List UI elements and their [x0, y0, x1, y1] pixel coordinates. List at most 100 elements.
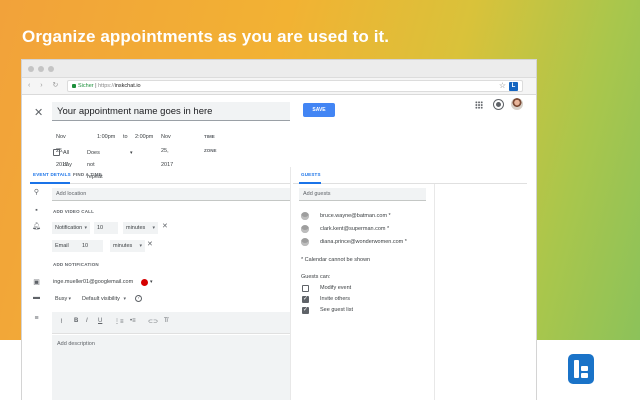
chevron-down-icon: ▾ [68, 296, 71, 302]
start-time[interactable]: 1:00pm [97, 130, 115, 144]
chevron-down-icon[interactable]: ▾ [130, 147, 133, 159]
apps-grid-icon[interactable] [475, 101, 483, 109]
secure-label: Sicher [78, 83, 94, 89]
detail-tabs: EVENT DETAILS FIND A TIME [30, 167, 290, 184]
notification-unit-select[interactable]: minutes ▾ [123, 222, 158, 234]
email-unit-value: minutes [113, 243, 133, 249]
guests-tabs: GUESTS [293, 167, 527, 184]
calendar-icon: ▣ [33, 279, 40, 286]
browser-window: ‹ › ↻ Sicher | https://inskchat.io ☆ L ✕… [22, 60, 536, 400]
bell-icon: 🔔︎ [32, 223, 41, 230]
add-notification-link[interactable]: ADD NOTIFICATION [53, 262, 99, 267]
guest-avatar [301, 225, 309, 233]
chevron-down-icon: ▾ [123, 296, 126, 302]
panel-divider [290, 167, 291, 400]
bulleted-list-icon[interactable]: •≡ [130, 318, 136, 324]
add-guests-input[interactable]: Add guests [299, 188, 426, 201]
account-circle-icon[interactable] [494, 100, 503, 109]
maximize-window-dot[interactable] [48, 66, 54, 72]
avatar[interactable] [511, 98, 523, 110]
link-icon[interactable]: ⊂⊃ [148, 318, 158, 325]
chevron-down-icon[interactable]: ▾ [150, 276, 153, 288]
browser-toolbar: ‹ › ↻ Sicher | https://inskchat.io ☆ L [22, 78, 536, 95]
guest-row[interactable]: clark.kent@superman.com * [301, 224, 431, 235]
brand-logo [568, 354, 594, 384]
italic-button[interactable]: I [86, 318, 88, 324]
event-title-input[interactable]: Your appointment name goes in here [52, 102, 290, 121]
remove-email-notification-icon[interactable]: ✕ [147, 240, 153, 248]
see-guest-list-label: See guest list [320, 307, 354, 313]
see-guest-list-checkbox[interactable] [302, 306, 309, 314]
to-label: to [123, 134, 128, 140]
chevron-down-icon: ▾ [152, 225, 155, 231]
guest-avatar [301, 212, 309, 220]
paperclip-icon[interactable]: ⌇ [60, 318, 63, 325]
numbered-list-icon[interactable]: ⋮≡ [114, 318, 124, 325]
nav-arrows-icon[interactable]: ‹ › ↻ [28, 81, 62, 89]
browser-titlebar [22, 60, 536, 78]
guest-row[interactable]: diana.prince@wonderwomen.com * [301, 237, 431, 248]
event-editor: ✕ Your appointment name goes in here SAV… [22, 95, 536, 400]
notification-amount-input[interactable]: 10 [94, 222, 118, 234]
address-bar[interactable]: Sicher | https://inskchat.io ☆ L [67, 80, 523, 92]
guest-email: bruce.wayne@batman.com * [320, 213, 391, 219]
visibility-value: Default visibility [82, 296, 120, 302]
busy-value: Busy [55, 296, 68, 302]
invite-others-checkbox[interactable] [302, 295, 309, 303]
bold-button[interactable]: B [74, 318, 78, 324]
lock-icon [72, 83, 76, 88]
email-unit-select[interactable]: minutes ▾ [110, 240, 145, 252]
tab-find-a-time[interactable]: FIND A TIME [73, 172, 102, 177]
notification-type-value: Notification [55, 225, 83, 231]
bookmark-star-icon[interactable]: ☆ [499, 81, 506, 91]
location-input[interactable]: Add location [52, 188, 290, 201]
time-zone-link[interactable]: TIME ZONE [204, 130, 217, 153]
end-date[interactable]: Nov 25, 2017 [161, 130, 173, 168]
busy-select[interactable]: Busy ▾ [52, 293, 74, 305]
remove-notification-icon[interactable]: ✕ [162, 222, 168, 230]
calendar-owner[interactable]: inge.mueller01@googlemail.com [53, 276, 133, 288]
chevron-down-icon: ▾ [84, 225, 87, 231]
panel-divider-right [434, 184, 435, 400]
email-amount-input[interactable]: 10 [79, 240, 103, 252]
all-day-checkbox[interactable] [53, 149, 60, 156]
guest-email: clark.kent@superman.com * [320, 226, 390, 232]
video-camera-icon: ▪ [35, 207, 38, 214]
guest-row[interactable]: bruce.wayne@batman.com * [301, 211, 431, 222]
guest-avatar [301, 238, 309, 246]
window-controls [28, 66, 54, 72]
close-window-dot[interactable] [28, 66, 34, 72]
description-lines-icon: ≡ [34, 315, 39, 322]
active-tab-indicator [30, 182, 70, 184]
tab-guests[interactable]: GUESTS [301, 172, 321, 177]
promo-headline: Organize appointments as you are used to… [22, 27, 390, 46]
notification-type-select[interactable]: Notification ▾ [52, 222, 90, 234]
minimize-window-dot[interactable] [38, 66, 44, 72]
clear-format-icon[interactable]: T̸ [164, 318, 168, 324]
guest-email: diana.prince@wonderwomen.com * [320, 239, 407, 245]
help-icon[interactable]: ? [135, 295, 142, 302]
description-toolbar: ⌇ B I U ⋮≡ •≡ ⊂⊃ T̸ [52, 312, 290, 334]
guests-tab-indicator [299, 182, 321, 184]
close-icon[interactable]: ✕ [34, 106, 43, 119]
url-scheme: https:// [98, 83, 115, 89]
logo-shape [581, 366, 588, 371]
end-time[interactable]: 2:00pm [135, 130, 153, 144]
extension-icon[interactable]: L [509, 82, 518, 91]
description-placeholder: Add description [57, 341, 95, 347]
calendar-color-dot[interactable] [141, 279, 148, 286]
email-type-value: Email [55, 243, 69, 249]
logo-shape [581, 373, 588, 378]
chevron-down-icon: ▾ [139, 243, 142, 249]
save-button[interactable]: SAVE [303, 103, 335, 117]
guests-note: * Calendar cannot be shown [301, 257, 371, 263]
modify-event-checkbox[interactable] [302, 285, 309, 292]
url-host: inskchat.io [114, 83, 141, 89]
underline-button[interactable]: U [98, 318, 102, 324]
description-input[interactable]: Add description [52, 335, 290, 400]
notification-unit-value: minutes [126, 225, 146, 231]
tab-event-details[interactable]: EVENT DETAILS [33, 172, 71, 177]
visibility-select[interactable]: Default visibility ▾ [79, 293, 129, 305]
start-date[interactable]: Nov 25, 2017 [56, 130, 68, 168]
add-video-call-link[interactable]: ADD VIDEO CALL [53, 209, 94, 214]
